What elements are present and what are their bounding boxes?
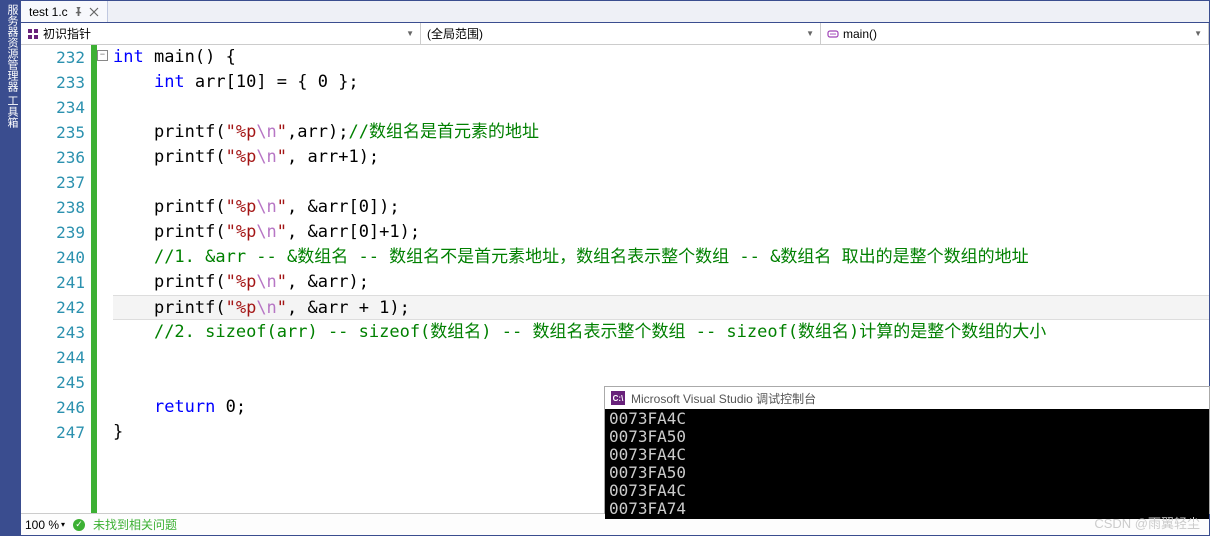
line-gutter: 2322332342352362372382392402412422432442… bbox=[21, 45, 91, 513]
context-dropdown[interactable]: (全局范围) ▼ bbox=[421, 23, 821, 44]
watermark: CSDN @雨翼轻尘 bbox=[1094, 513, 1200, 532]
console-line: 0073FA4C bbox=[609, 446, 1205, 464]
code-line[interactable]: //1. &arr -- &数组名 -- 数组名不是首元素地址，数组名表示整个数… bbox=[113, 245, 1209, 270]
code-line[interactable] bbox=[113, 170, 1209, 195]
fold-toggle[interactable]: − bbox=[97, 50, 108, 61]
code-line[interactable]: int main() { bbox=[113, 45, 1209, 70]
zoom-control[interactable]: 100 % ▾ bbox=[25, 518, 65, 532]
chevron-down-icon: ▼ bbox=[406, 29, 414, 38]
member-label: main() bbox=[843, 27, 877, 41]
line-number: 241 bbox=[21, 270, 85, 295]
context-label: (全局范围) bbox=[427, 25, 483, 42]
pin-icon[interactable] bbox=[74, 7, 83, 16]
line-number: 242 bbox=[21, 295, 85, 320]
console-line: 0073FA50 bbox=[609, 428, 1205, 446]
tab-bar: test 1.c bbox=[21, 1, 1209, 23]
code-line[interactable]: printf("%p\n", &arr); bbox=[113, 270, 1209, 295]
line-number: 236 bbox=[21, 145, 85, 170]
console-line: 0073FA4C bbox=[609, 410, 1205, 428]
line-number: 243 bbox=[21, 320, 85, 345]
console-line: 0073FA50 bbox=[609, 464, 1205, 482]
line-number: 246 bbox=[21, 395, 85, 420]
member-dropdown[interactable]: main() ▼ bbox=[821, 23, 1209, 44]
console-title: Microsoft Visual Studio 调试控制台 bbox=[631, 390, 816, 407]
console-output: 0073FA4C0073FA500073FA4C0073FA500073FA4C… bbox=[605, 409, 1209, 519]
code-line[interactable] bbox=[113, 345, 1209, 370]
chevron-down-icon: ▼ bbox=[806, 29, 814, 38]
line-number: 245 bbox=[21, 370, 85, 395]
vertical-toolbar[interactable]: 服务器资源管理器 工具箱 bbox=[0, 0, 20, 536]
line-number: 234 bbox=[21, 95, 85, 120]
line-number: 247 bbox=[21, 420, 85, 445]
code-line[interactable]: printf("%p\n",arr);//数组名是首元素的地址 bbox=[113, 120, 1209, 145]
code-line[interactable]: //2. sizeof(arr) -- sizeof(数组名) -- 数组名表示… bbox=[113, 320, 1209, 345]
issues-text: 未找到相关问题 bbox=[93, 516, 177, 533]
line-number: 232 bbox=[21, 45, 85, 70]
code-line[interactable] bbox=[113, 95, 1209, 120]
function-icon bbox=[827, 28, 839, 40]
line-number: 237 bbox=[21, 170, 85, 195]
line-number: 244 bbox=[21, 345, 85, 370]
line-number: 240 bbox=[21, 245, 85, 270]
debug-console: C:\ Microsoft Visual Studio 调试控制台 0073FA… bbox=[604, 386, 1210, 514]
tab-filename: test 1.c bbox=[29, 5, 68, 19]
code-line[interactable]: printf("%p\n", &arr[0]); bbox=[113, 195, 1209, 220]
zoom-value: 100 % bbox=[25, 518, 59, 532]
fold-column: − bbox=[97, 45, 111, 513]
line-number: 239 bbox=[21, 220, 85, 245]
console-line: 0073FA4C bbox=[609, 482, 1205, 500]
line-number: 238 bbox=[21, 195, 85, 220]
chevron-down-icon: ▼ bbox=[1194, 29, 1202, 38]
tab-file[interactable]: test 1.c bbox=[21, 1, 108, 22]
line-number: 233 bbox=[21, 70, 85, 95]
scope-label: 初识指针 bbox=[43, 25, 91, 42]
code-line[interactable]: printf("%p\n", &arr + 1); bbox=[113, 295, 1209, 320]
chevron-down-icon: ▾ bbox=[61, 520, 65, 529]
scope-dropdown[interactable]: 初识指针 ▼ bbox=[21, 23, 421, 44]
check-icon: ✓ bbox=[73, 519, 85, 531]
code-line[interactable]: printf("%p\n", &arr[0]+1); bbox=[113, 220, 1209, 245]
code-line[interactable]: int arr[10] = { 0 }; bbox=[113, 70, 1209, 95]
close-icon[interactable] bbox=[89, 7, 99, 17]
project-icon bbox=[27, 28, 39, 40]
console-titlebar[interactable]: C:\ Microsoft Visual Studio 调试控制台 bbox=[605, 387, 1209, 409]
vs-icon: C:\ bbox=[611, 391, 625, 405]
dropdown-bar: 初识指针 ▼ (全局范围) ▼ main() ▼ bbox=[21, 23, 1209, 45]
code-line[interactable]: printf("%p\n", arr+1); bbox=[113, 145, 1209, 170]
line-number: 235 bbox=[21, 120, 85, 145]
